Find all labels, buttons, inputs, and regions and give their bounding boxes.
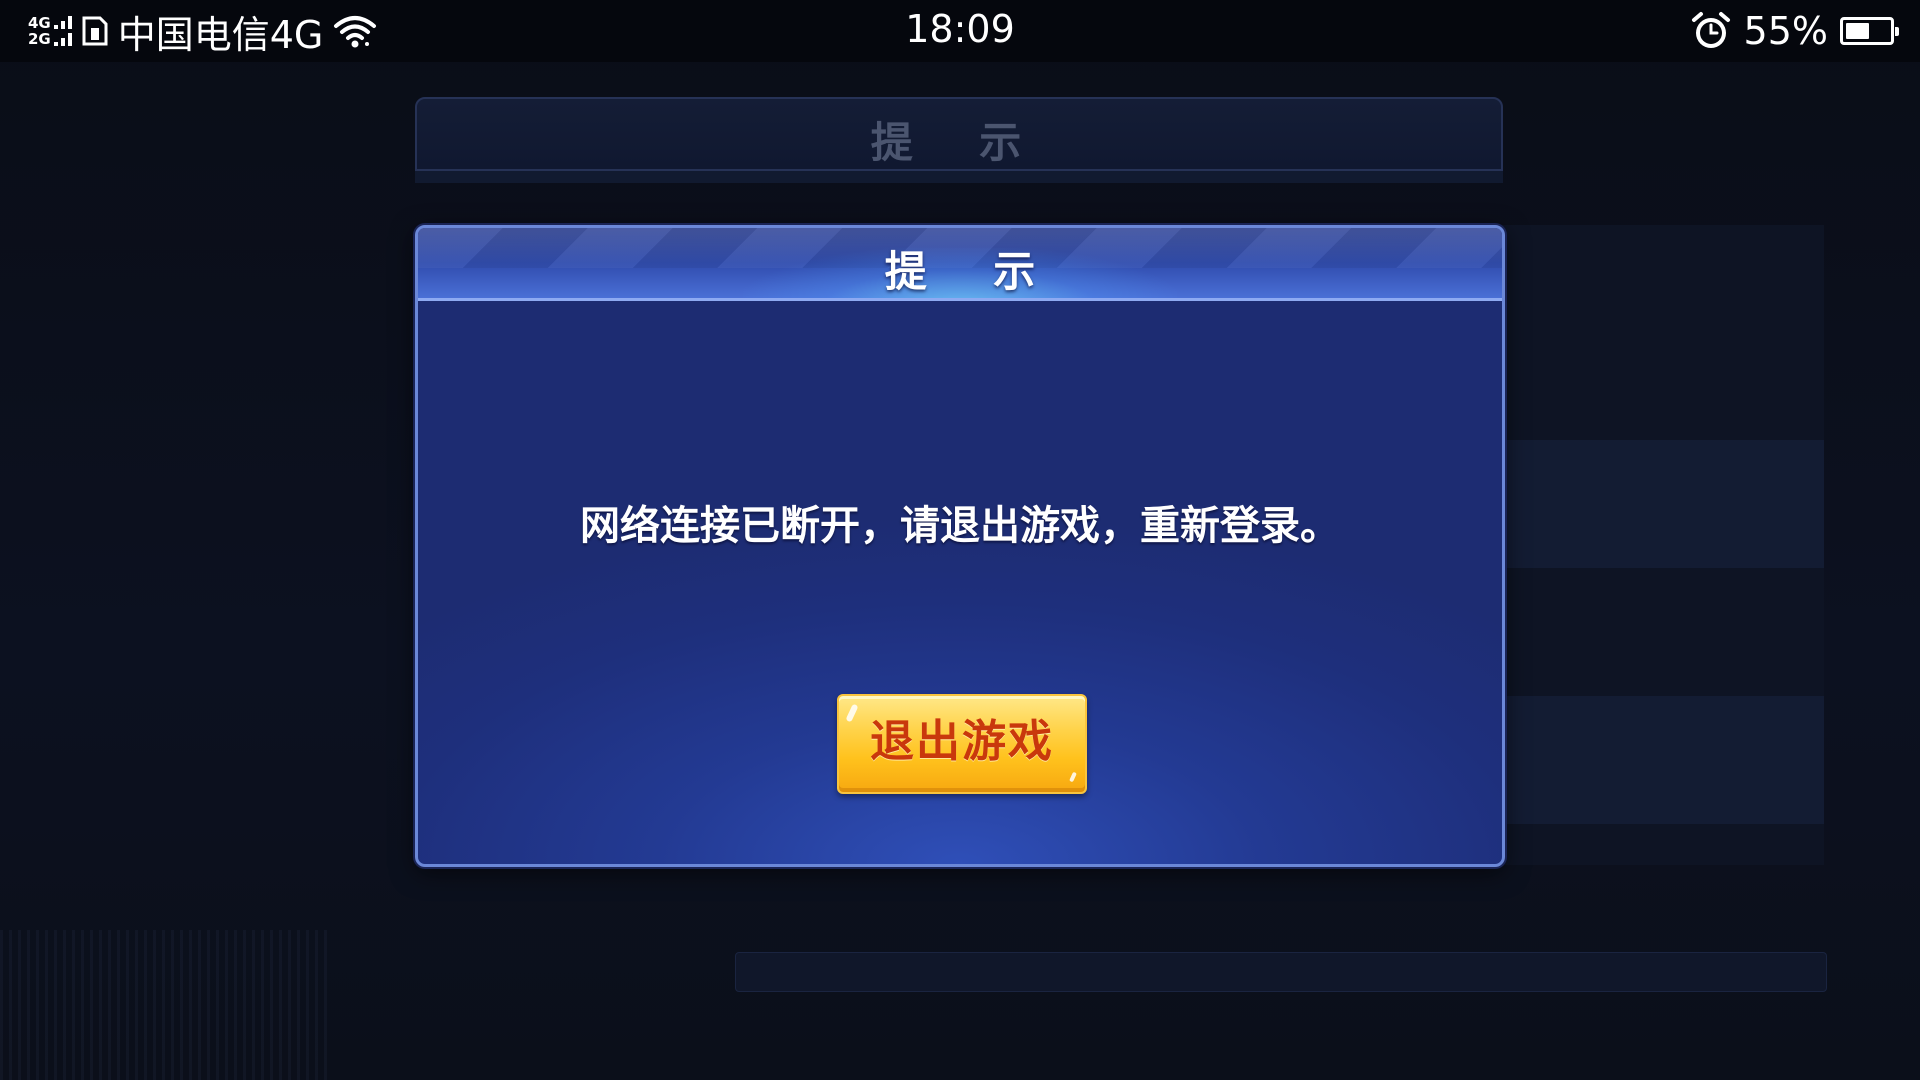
background-dialog-header: 提 示 bbox=[415, 97, 1503, 171]
background-bottom-bar bbox=[735, 952, 1827, 992]
dialog-header: 提 示 bbox=[418, 228, 1502, 301]
background-dialog-title: 提 示 bbox=[870, 118, 1048, 167]
battery-fill bbox=[1846, 23, 1869, 39]
background-texture bbox=[0, 930, 330, 1080]
battery-percent: 55% bbox=[1743, 9, 1828, 53]
network-type-top: 4G bbox=[28, 14, 51, 32]
carrier-name: 中国电信4G bbox=[117, 12, 324, 57]
network-error-dialog: 提 示 网络连接已断开，请退出游戏，重新登录。 退出游戏 bbox=[415, 225, 1505, 867]
exit-game-button-label: 退出游戏 bbox=[870, 716, 1054, 767]
network-type-bottom: 2G bbox=[28, 30, 51, 48]
background-panel-stripe bbox=[1500, 696, 1824, 824]
battery-icon bbox=[1840, 17, 1899, 45]
signal-icon: 4G 2G bbox=[28, 15, 72, 47]
background-dialog-strip bbox=[415, 171, 1503, 183]
status-bar: 4G 2G 中国电信4G 18:09 55% bbox=[0, 0, 1920, 62]
status-bar-left: 4G 2G 中国电信4G bbox=[28, 6, 377, 57]
dialog-title: 提 示 bbox=[884, 247, 1062, 296]
alarm-clock-icon bbox=[1691, 12, 1730, 48]
dialog-message: 网络连接已断开，请退出游戏，重新登录。 bbox=[580, 503, 1340, 549]
wifi-icon bbox=[334, 16, 377, 48]
background-panel-stripe bbox=[1500, 440, 1824, 568]
game-screen: 提 示 4G 2G 中国电信4G 18:09 55% 提 示 网络连接已断开，请… bbox=[0, 0, 1920, 1080]
clock-time: 18:09 bbox=[905, 7, 1015, 51]
status-bar-right: 55% bbox=[1690, 6, 1899, 56]
exit-game-button[interactable]: 退出游戏 bbox=[837, 694, 1087, 794]
sim-card-icon bbox=[82, 16, 108, 46]
